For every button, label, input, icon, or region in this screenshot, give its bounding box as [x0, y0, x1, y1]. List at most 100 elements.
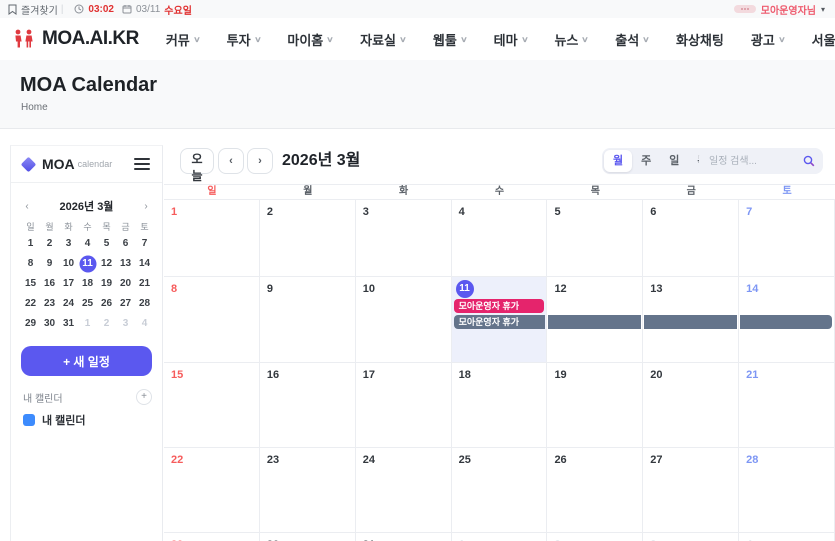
event-bar[interactable] — [644, 315, 737, 329]
nav-item-뉴스[interactable]: 뉴스∨ — [554, 30, 588, 49]
day-cell[interactable]: 3 — [356, 200, 452, 277]
nav-item-화상채팅[interactable]: 화상채팅 — [676, 30, 724, 49]
day-cell[interactable]: 27 — [643, 448, 739, 533]
event-bar[interactable]: 모아운영자 휴가 — [454, 315, 546, 329]
mini-cal-day[interactable]: 10 — [59, 254, 78, 274]
event-bar[interactable] — [740, 315, 832, 329]
mini-cal-day[interactable]: 14 — [135, 254, 154, 274]
day-cell[interactable]: 10 — [356, 277, 452, 363]
day-cell[interactable]: 18 — [452, 363, 548, 448]
mini-cal-day[interactable]: 15 — [21, 274, 40, 294]
event-bar[interactable]: 모아운영자 휴가 — [454, 299, 545, 313]
day-cell[interactable]: 16 — [260, 363, 356, 448]
mini-cal-day[interactable]: 27 — [116, 294, 135, 314]
mini-cal-next-button[interactable]: › — [140, 201, 152, 212]
day-cell[interactable]: 7 — [739, 200, 835, 277]
mini-cal-day[interactable]: 2 — [97, 314, 116, 334]
view-button-월[interactable]: 월 — [604, 150, 632, 172]
mini-cal-day[interactable]: 17 — [59, 274, 78, 294]
event-search-input[interactable] — [707, 155, 799, 168]
nav-item-마이홈[interactable]: 마이홈∨ — [287, 30, 333, 49]
mini-cal-day[interactable]: 20 — [116, 274, 135, 294]
nav-item-커뮤[interactable]: 커뮤∨ — [166, 30, 200, 49]
mini-cal-day[interactable]: 12 — [97, 254, 116, 274]
day-cell[interactable]: 31 — [356, 533, 452, 541]
day-cell[interactable]: 5 — [547, 200, 643, 277]
nav-item-투자[interactable]: 투자∨ — [227, 30, 261, 49]
mini-cal-day[interactable]: 3 — [116, 314, 135, 334]
mini-cal-prev-button[interactable]: ‹ — [21, 201, 33, 212]
day-cell[interactable]: 8 — [164, 277, 260, 363]
day-cell[interactable]: 29 — [164, 533, 260, 541]
mini-cal-day[interactable]: 26 — [97, 294, 116, 314]
mini-cal-day[interactable]: 25 — [78, 294, 97, 314]
favorites-link[interactable]: 즐겨찾기 — [8, 2, 58, 17]
day-cell[interactable]: 25 — [452, 448, 548, 533]
day-cell[interactable]: 22 — [164, 448, 260, 533]
nav-item-웹툴[interactable]: 웹툴∨ — [433, 30, 467, 49]
mini-cal-day[interactable]: 8 — [21, 254, 40, 274]
day-cell[interactable]: 30 — [260, 533, 356, 541]
mini-cal-day[interactable]: 9 — [40, 254, 59, 274]
mini-cal-day[interactable]: 4 — [78, 234, 97, 254]
mini-cal-day[interactable]: 3 — [59, 234, 78, 254]
mini-cal-day[interactable]: 5 — [97, 234, 116, 254]
mini-cal-day[interactable]: 31 — [59, 314, 78, 334]
nav-item-서울행복지사[interactable]: 서울행복지사∨ — [812, 30, 835, 49]
nav-item-자료실[interactable]: 자료실∨ — [360, 30, 406, 49]
view-button-주[interactable]: 주 — [632, 150, 660, 172]
day-cell[interactable]: 19 — [547, 363, 643, 448]
view-button-일[interactable]: 일 — [660, 150, 688, 172]
mini-cal-day[interactable]: 11 — [78, 254, 97, 274]
add-calendar-button[interactable]: + — [136, 389, 152, 405]
day-cell[interactable]: 15 — [164, 363, 260, 448]
new-event-button[interactable]: + 새 일정 — [21, 346, 152, 376]
mini-cal-day[interactable]: 13 — [116, 254, 135, 274]
user-menu[interactable]: 모아운영자님 ▾ — [734, 2, 825, 17]
day-cell[interactable]: 26 — [547, 448, 643, 533]
day-cell[interactable]: 20 — [643, 363, 739, 448]
day-cell[interactable]: 6 — [643, 200, 739, 277]
mini-cal-day[interactable]: 30 — [40, 314, 59, 334]
day-cell[interactable]: 3 — [643, 533, 739, 541]
today-button[interactable]: 오늘 — [180, 148, 214, 174]
mini-cal-day[interactable]: 18 — [78, 274, 97, 294]
mini-cal-day[interactable]: 19 — [97, 274, 116, 294]
mini-cal-day[interactable]: 23 — [40, 294, 59, 314]
day-cell[interactable]: 23 — [260, 448, 356, 533]
day-cell[interactable]: 1 — [452, 533, 548, 541]
nav-item-테마[interactable]: 테마∨ — [494, 30, 528, 49]
mini-cal-day[interactable]: 28 — [135, 294, 154, 314]
brand-logo[interactable]: MOA.AI.KR — [12, 28, 139, 50]
day-cell[interactable]: 17 — [356, 363, 452, 448]
hamburger-menu-icon[interactable] — [134, 158, 150, 170]
event-bar[interactable] — [548, 315, 641, 329]
day-cell[interactable]: 12 — [547, 277, 643, 363]
mini-cal-day[interactable]: 16 — [40, 274, 59, 294]
calendar-checkbox[interactable] — [23, 414, 35, 426]
day-cell[interactable]: 4 — [452, 200, 548, 277]
mini-cal-day[interactable]: 22 — [21, 294, 40, 314]
calendar-list-item[interactable]: 내 캘린더 — [23, 412, 86, 428]
mini-cal-day[interactable]: 29 — [21, 314, 40, 334]
mini-cal-day[interactable]: 21 — [135, 274, 154, 294]
nav-item-광고[interactable]: 광고∨ — [751, 30, 785, 49]
day-cell[interactable]: 21 — [739, 363, 835, 448]
nav-item-출석[interactable]: 출석∨ — [615, 30, 649, 49]
breadcrumb[interactable]: Home — [21, 102, 48, 113]
mini-cal-day[interactable]: 24 — [59, 294, 78, 314]
day-cell[interactable]: 28 — [739, 448, 835, 533]
mini-cal-day[interactable]: 1 — [21, 234, 40, 254]
day-cell[interactable]: 9 — [260, 277, 356, 363]
next-month-button[interactable]: › — [247, 148, 273, 174]
day-cell[interactable]: 14 — [739, 277, 835, 363]
day-cell[interactable]: 4 — [739, 533, 835, 541]
prev-month-button[interactable]: ‹ — [218, 148, 244, 174]
day-cell[interactable]: 13 — [643, 277, 739, 363]
day-cell[interactable]: 1 — [164, 200, 260, 277]
mini-cal-day[interactable]: 2 — [40, 234, 59, 254]
day-cell[interactable]: 24 — [356, 448, 452, 533]
day-cell[interactable]: 11모아운영자 휴가모아운영자 휴가 — [452, 277, 548, 363]
day-cell[interactable]: 2 — [260, 200, 356, 277]
event-search-button[interactable] — [803, 155, 815, 167]
